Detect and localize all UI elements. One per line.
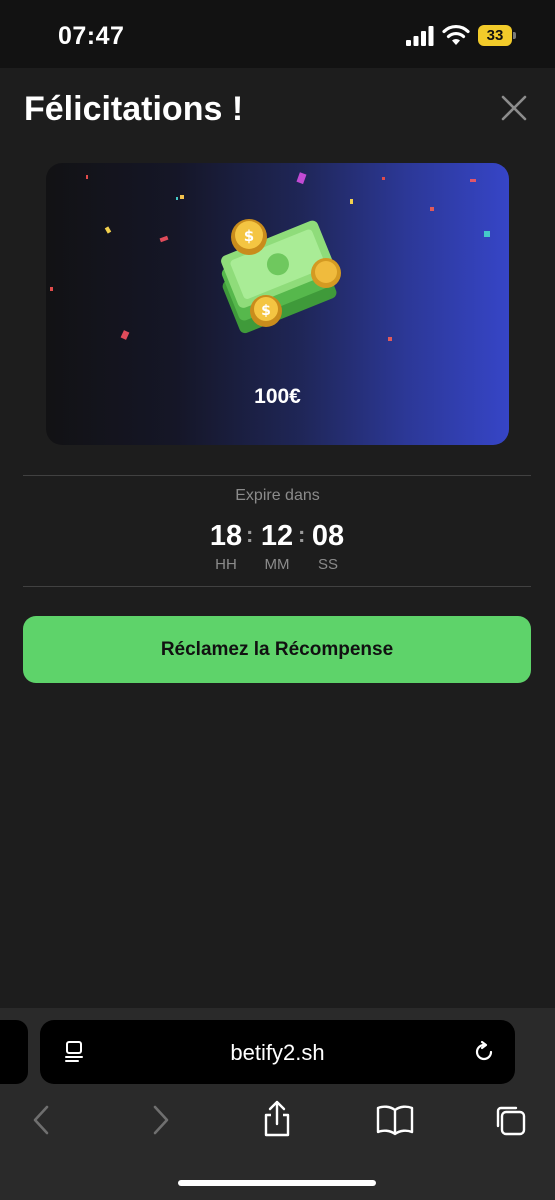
url-text: betify2.sh [230,1040,325,1065]
seconds-value: 08 [311,520,345,552]
hours-value: 18 [209,520,243,552]
reload-icon[interactable] [472,1040,496,1064]
seconds-label: SS [317,556,338,573]
hours-label: HH [215,556,237,573]
svg-text:$: $ [244,227,254,245]
wifi-icon [442,24,470,45]
countdown-minutes: 12 MM [252,518,302,573]
svg-text:$: $ [261,303,271,319]
status-bar: 07:47 33 [0,0,555,68]
tabs-icon[interactable] [494,1104,528,1138]
claim-reward-button[interactable]: Réclamez la Récompense [23,616,531,683]
previous-tab-preview[interactable] [0,1020,28,1084]
battery-icon: 33 [478,25,516,46]
page-title: Félicitations ! [24,90,244,128]
address-bar[interactable]: betify2.sh [40,1020,515,1084]
countdown-seconds: 08 SS [303,518,353,573]
minutes-value: 12 [260,520,294,552]
forward-icon[interactable] [150,1103,172,1137]
close-icon[interactable] [498,92,530,124]
cellular-signal-icon [406,26,434,46]
home-indicator [178,1180,376,1186]
status-time: 07:47 [58,22,125,50]
battery-cap [513,32,516,39]
back-icon[interactable] [30,1103,52,1137]
expire-label: Expire dans [235,487,320,504]
battery-level: 33 [478,25,512,46]
reward-amount: 100€ [254,385,301,408]
minutes-label: MM [264,556,290,573]
divider-top [23,475,531,476]
divider-bottom [23,586,531,587]
share-icon[interactable] [262,1100,292,1138]
bookmarks-icon[interactable] [376,1104,414,1136]
screen: 07:47 33 Félicitations ! $ $ 100€ Expire… [0,0,555,1200]
countdown-hours: 18 HH [201,518,251,573]
